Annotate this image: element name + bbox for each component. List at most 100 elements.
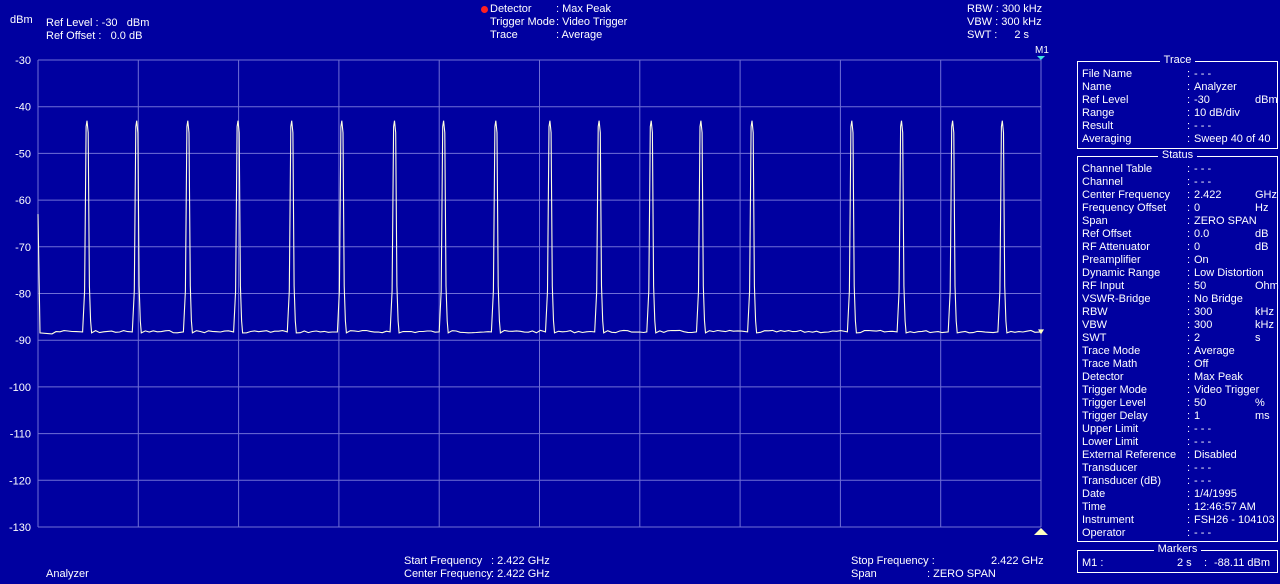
status-info-row-value: 300	[1194, 319, 1213, 331]
trace-info-row-value: 10 dB/div	[1194, 107, 1240, 119]
trace-info-row-sep: :	[1187, 107, 1191, 119]
trace-info-row-value: - - -	[1194, 68, 1212, 80]
status-info-row-value: 0	[1194, 241, 1201, 253]
status-info-row-sep: :	[1187, 449, 1191, 461]
marker-m1-tag[interactable]: M1	[1035, 45, 1049, 56]
trace-info-row-key: Range	[1082, 107, 1115, 119]
status-info-row-key: Channel Table	[1082, 163, 1153, 175]
y-tick-label: -70	[15, 242, 31, 254]
status-info-row-value: Max Peak	[1194, 371, 1243, 383]
center-frequency-value: : 2.422 GHz	[491, 568, 550, 580]
status-info-row-value: - - -	[1194, 436, 1212, 448]
swt-value: 2 s	[1014, 29, 1029, 41]
detector-label: Detector	[490, 3, 532, 15]
status-info-panel: Status Channel Table: - - - Channel: - - -C…	[1077, 149, 1279, 542]
status-info-row-key: Trace Mode	[1082, 345, 1141, 357]
trace-info-row-value: -30	[1194, 94, 1210, 106]
swt-readout: SWT : 2 s	[967, 29, 1042, 42]
status-info-row-sep: :	[1187, 475, 1191, 487]
status-info-row-unit: dB	[1255, 228, 1269, 240]
status-info-row-sep: :	[1187, 332, 1191, 344]
status-info-row-value: Off	[1194, 358, 1209, 370]
status-info-row-unit: dB	[1255, 241, 1269, 253]
status-info-row-key: Upper Limit	[1082, 423, 1139, 435]
y-tick-label: -60	[15, 195, 31, 207]
marker-m1-x: 2 s	[1177, 557, 1192, 569]
status-info-row-key: Date	[1082, 488, 1106, 500]
trace-info-row-value: - - -	[1194, 120, 1212, 132]
status-info-row-value: Video Trigger	[1194, 384, 1260, 396]
markers-panel-title: Markers	[1153, 543, 1202, 555]
detector-value: : Max Peak	[556, 3, 612, 15]
status-info-row-value: - - -	[1194, 475, 1212, 487]
status-info-row-key: Ref Offset	[1082, 228, 1132, 240]
status-info-row-unit: kHz	[1255, 319, 1274, 331]
status-info-row-value: 2.422	[1194, 189, 1222, 201]
status-info-row-value: Average	[1194, 345, 1235, 357]
status-info-row-sep: :	[1187, 163, 1191, 175]
status-info-row-sep: :	[1187, 527, 1191, 539]
status-info-row-sep: :	[1187, 410, 1191, 422]
status-info-row-value: 300	[1194, 306, 1213, 318]
status-info-row-key: Channel	[1082, 176, 1123, 188]
ref-offset-label: Ref Offset :	[46, 30, 102, 42]
status-info-row-key: Frequency Offset	[1082, 202, 1167, 214]
ref-offset-readout: Ref Offset : 0.0 dB	[46, 30, 142, 43]
y-tick-label: -40	[15, 102, 31, 114]
status-info-row-sep: :	[1187, 514, 1191, 526]
trace-info-row-sep: :	[1187, 68, 1191, 80]
rbw-readout: RBW : 300 kHz	[967, 3, 1043, 15]
status-info-row-sep: :	[1187, 319, 1191, 331]
status-info-row-sep: :	[1187, 397, 1191, 409]
status-info-row-key: Trace Math	[1082, 358, 1138, 370]
status-info-row-value: 50	[1194, 280, 1207, 292]
vbw-readout: VBW : 300 kHz	[967, 16, 1042, 28]
markers-panel: Markers M1 : 2 s : -88.11 dBm	[1077, 543, 1278, 573]
trace-info-row-sep: :	[1187, 120, 1191, 132]
marker-row-m1[interactable]: M1 : 2 s : -88.11 dBm	[1082, 557, 1277, 570]
status-info-row-key: Trigger Delay	[1082, 410, 1148, 422]
status-info-row-sep: :	[1187, 423, 1191, 435]
status-info-row-sep: :	[1187, 176, 1191, 188]
marker-m1-bottom-indicator	[1034, 528, 1048, 535]
status-info-row-key: Operator	[1082, 527, 1126, 539]
mode-label: Analyzer	[46, 568, 89, 580]
y-tick-label: -30	[15, 55, 31, 67]
status-info-row-sep: :	[1187, 241, 1191, 253]
status-info-row-sep: :	[1187, 501, 1191, 513]
status-info-row-key: RF Input	[1082, 280, 1125, 292]
status-info-row-sep: :	[1187, 189, 1191, 201]
status-info-row-sep: :	[1187, 202, 1191, 214]
status-info-row-sep: :	[1187, 462, 1191, 474]
trigger-mode-label: Trigger Mode	[490, 16, 556, 28]
status-info-row-value: Low Distortion	[1194, 267, 1264, 279]
stop-frequency-value: 2.422 GHz	[991, 555, 1044, 567]
trace-panel-title: Trace	[1159, 54, 1196, 66]
span-value: : ZERO SPAN	[927, 568, 996, 580]
y-tick-label: -90	[15, 335, 31, 347]
spectrum-plot: -30 -40 -50 -60 -70 -80 -90 -100 -110 -120 -130	[9, 55, 1048, 535]
status-info-row-key: RF Attenuator	[1082, 241, 1150, 253]
status-info-row-key: Span	[1082, 215, 1108, 227]
status-info-row-sep: :	[1187, 384, 1191, 396]
status-info-row-key: Trigger Mode	[1082, 384, 1148, 396]
status-info-row-value: 0.0	[1194, 228, 1210, 240]
status-info-row-value: - - -	[1194, 462, 1212, 474]
trace-info-row-unit: dBm	[1255, 94, 1278, 106]
y-tick-label: -130	[9, 522, 31, 534]
status-info-row-sep: :	[1187, 267, 1191, 279]
status-info-row-key: SWT	[1082, 332, 1107, 344]
start-frequency-value: : 2.422 GHz	[491, 555, 550, 567]
status-info-row-unit: ms	[1255, 410, 1270, 422]
span-label: Span	[851, 568, 877, 580]
status-info-row-value: Disabled	[1194, 449, 1237, 461]
status-info-row-sep: :	[1187, 436, 1191, 448]
status-info-row-key: RBW	[1082, 306, 1108, 318]
marker-m1-name: M1 :	[1082, 557, 1104, 569]
trace-info-row-sep: :	[1187, 133, 1191, 145]
ref-level-unit: dBm	[126, 17, 150, 29]
status-info-row-key: VBW	[1082, 319, 1108, 331]
detector-indicator-icon	[481, 6, 488, 13]
status-info-row-sep: :	[1187, 358, 1191, 370]
status-info-row-key: Time	[1082, 501, 1107, 513]
